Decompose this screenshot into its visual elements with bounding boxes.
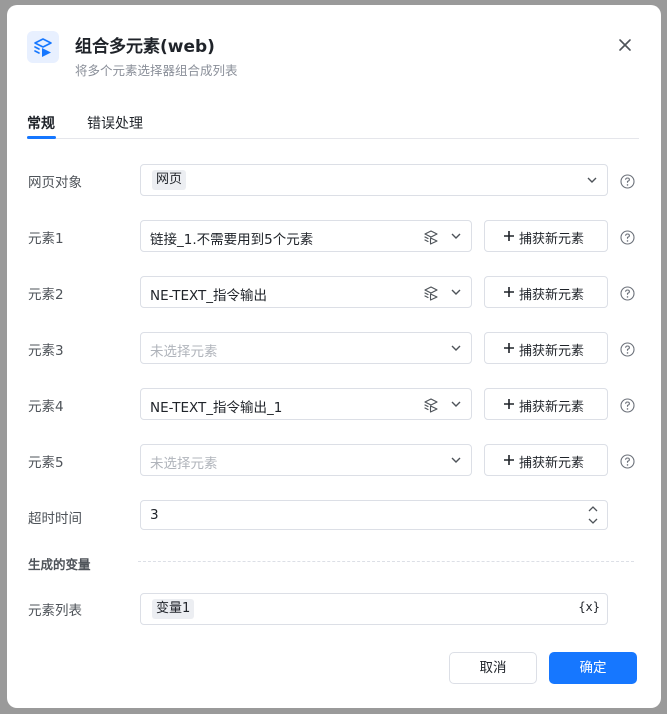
capture-element-4-button[interactable]: 捕获新元素	[484, 388, 608, 420]
tab-bar: 常规 错误处理	[27, 111, 639, 139]
dialog-title: 组合多元素(web)	[75, 37, 215, 57]
chevron-down-icon	[451, 233, 461, 239]
element-4-label: 元素4	[28, 399, 64, 415]
variable-chip: 变量1	[152, 599, 195, 619]
element-4-value: NE-TEXT_指令输出_1	[150, 400, 283, 416]
capture-button-label: 捕获新元素	[519, 288, 585, 303]
plus-icon	[504, 399, 514, 409]
active-tab-indicator	[27, 136, 56, 139]
capture-element-2-button[interactable]: 捕获新元素	[484, 276, 608, 308]
close-icon[interactable]	[613, 33, 637, 57]
chevron-down-icon	[451, 457, 461, 463]
variable-icon[interactable]: {x}	[578, 600, 600, 614]
timeout-label: 超时时间	[28, 511, 82, 527]
help-icon[interactable]	[620, 230, 635, 245]
element-3-placeholder: 未选择元素	[150, 344, 218, 360]
element-2-value: NE-TEXT_指令输出	[150, 288, 268, 304]
chevron-down-icon	[587, 177, 597, 183]
output-section-title: 生成的变量	[28, 557, 91, 572]
element-5-select[interactable]: 未选择元素	[140, 444, 472, 476]
chevron-down-icon	[451, 345, 461, 351]
element-3-label: 元素3	[28, 343, 64, 359]
cancel-button[interactable]: 取消	[449, 652, 537, 684]
chevron-down-icon	[451, 289, 461, 295]
timeout-input[interactable]: 3	[140, 500, 608, 530]
element-5-placeholder: 未选择元素	[150, 456, 218, 472]
capture-element-1-button[interactable]: 捕获新元素	[484, 220, 608, 252]
help-icon[interactable]	[620, 342, 635, 357]
layers-icon[interactable]	[423, 397, 439, 413]
capture-button-label: 捕获新元素	[519, 232, 585, 247]
stepper-icon[interactable]	[587, 504, 599, 526]
element-3-select[interactable]: 未选择元素	[140, 332, 472, 364]
plus-icon	[504, 343, 514, 353]
capture-button-label: 捕获新元素	[519, 344, 585, 359]
help-icon[interactable]	[620, 454, 635, 469]
plus-icon	[504, 231, 514, 241]
webpage-select[interactable]: 网页	[140, 164, 608, 196]
section-divider	[138, 561, 634, 562]
layers-icon[interactable]	[423, 229, 439, 245]
help-icon[interactable]	[620, 398, 635, 413]
plus-icon	[504, 455, 514, 465]
layers-icon[interactable]	[423, 285, 439, 301]
capture-button-label: 捕获新元素	[519, 456, 585, 471]
element-list-label: 元素列表	[28, 603, 82, 619]
capture-element-5-button[interactable]: 捕获新元素	[484, 444, 608, 476]
chevron-down-icon	[451, 401, 461, 407]
element-1-value: 链接_1.不需要用到5个元素	[150, 232, 314, 248]
webpage-label: 网页对象	[28, 175, 82, 191]
tab-error-handling[interactable]: 错误处理	[87, 113, 143, 133]
tab-general[interactable]: 常规	[27, 113, 55, 133]
plus-icon	[504, 287, 514, 297]
confirm-button[interactable]: 确定	[549, 652, 637, 684]
timeout-value: 3	[150, 507, 159, 523]
element-2-label: 元素2	[28, 287, 64, 303]
webpage-chip: 网页	[152, 170, 187, 190]
element-1-select[interactable]: 链接_1.不需要用到5个元素	[140, 220, 472, 252]
element-2-select[interactable]: NE-TEXT_指令输出	[140, 276, 472, 308]
element-4-select[interactable]: NE-TEXT_指令输出_1	[140, 388, 472, 420]
combine-elements-dialog: 组合多元素(web) 将多个元素选择器组合成列表 常规 错误处理 网页对象 网页…	[7, 5, 661, 708]
element-1-label: 元素1	[28, 231, 64, 247]
element-5-label: 元素5	[28, 455, 64, 471]
capture-element-3-button[interactable]: 捕获新元素	[484, 332, 608, 364]
help-icon[interactable]	[620, 286, 635, 301]
element-list-variable-input[interactable]: 变量1 {x}	[140, 593, 608, 625]
layers-play-icon	[27, 31, 59, 63]
capture-button-label: 捕获新元素	[519, 400, 585, 415]
help-icon[interactable]	[620, 174, 635, 189]
dialog-subtitle: 将多个元素选择器组合成列表	[75, 63, 238, 78]
